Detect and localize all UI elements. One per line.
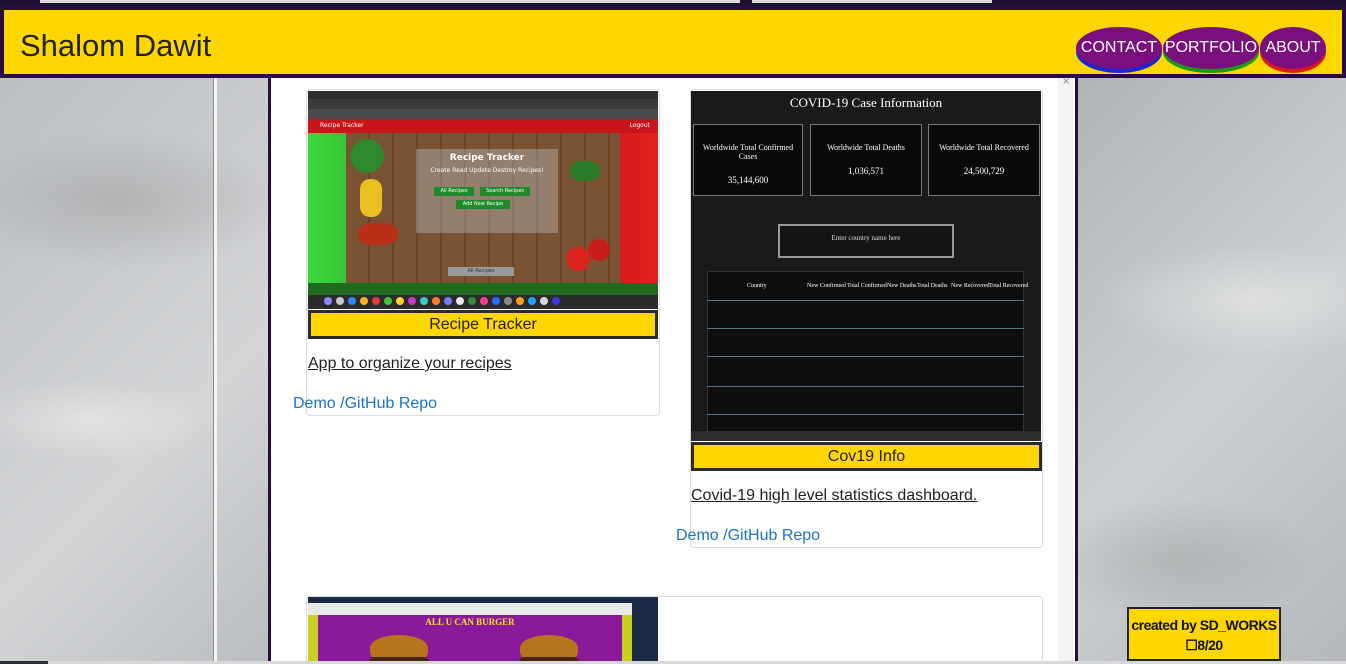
burger-heading: ALL U CAN BURGER: [425, 617, 515, 627]
covid-search-placeholder: Enter country name here: [831, 234, 901, 242]
covid-screenshot[interactable]: COVID-19 Case Information Worldwide Tota…: [691, 91, 1041, 441]
stat-label: Worldwide Total Confirmed Cases: [702, 143, 794, 161]
recipe-footer-all-button: All Recipes: [448, 267, 514, 276]
covid-stat-deaths: Worldwide Total Deaths 1,036,571: [810, 124, 922, 196]
table-row-divider: [707, 356, 1024, 357]
project-description-recipe[interactable]: App to organize your recipes: [308, 355, 512, 373]
credit-badge: created by SD_WORKS ☐8/20: [1127, 607, 1281, 661]
dock-icon: [432, 297, 440, 305]
stat-label: Worldwide Total Recovered: [939, 143, 1029, 152]
corn-image: [360, 179, 382, 217]
dock-icon: [444, 297, 452, 305]
tomato-image: [566, 247, 590, 271]
table-row-divider: [707, 328, 1024, 329]
covid-col-header: Total Deaths: [917, 283, 948, 289]
covid-col-header: New Confirmed: [807, 283, 846, 289]
brand-name[interactable]: Shalom Dawit: [20, 28, 211, 64]
stat-value: 1,036,571: [848, 166, 884, 176]
browser-tab[interactable]: [752, 0, 992, 3]
mac-menubar: [308, 91, 658, 99]
covid-col-header: Total Recovered: [989, 283, 1029, 289]
dock-icon: [372, 297, 380, 305]
nav-about-button[interactable]: ABOUT: [1260, 27, 1326, 69]
stat-value: 35,144,600: [727, 175, 769, 185]
nav-contact-button[interactable]: CONTACT: [1076, 27, 1162, 69]
burger-screenshot[interactable]: ALL U CAN BURGER: [308, 597, 658, 664]
dock-icon: [408, 297, 416, 305]
windows-sidebar: [632, 597, 658, 664]
covid-col-header: Total Confirmed: [847, 283, 887, 289]
left-divider: [213, 78, 217, 664]
dock-icon: [360, 297, 368, 305]
recipe-nav-brand: Recipe Tracker: [320, 122, 364, 129]
recipe-all-button: All Recipes: [434, 187, 474, 196]
dock-icon: [468, 297, 476, 305]
recipe-add-button: Add New Recipe: [456, 200, 510, 209]
table-row-divider: [707, 300, 1024, 301]
dock-icon: [480, 297, 488, 305]
project-link-recipe[interactable]: Demo /GitHub Repo: [293, 395, 437, 413]
dock-icon: [420, 297, 428, 305]
project-title-covid: Cov19 Info: [691, 442, 1042, 471]
vegetable-image: [350, 139, 384, 173]
dock-icon: [384, 297, 392, 305]
recipe-heading: Recipe Tracker: [449, 153, 525, 163]
copyright-icon: ☐: [1185, 637, 1198, 653]
credit-line2: ☐8/20: [1129, 637, 1279, 654]
panel-scrollbar[interactable]: [1058, 78, 1073, 664]
dock-icon: [504, 297, 512, 305]
tomato-image: [588, 239, 610, 261]
dock-icon: [396, 297, 404, 305]
recipe-subheading: Create Read Update Destroy Recipes!: [430, 167, 544, 174]
browser-tab[interactable]: [40, 0, 740, 3]
covid-bottom-bar: [691, 431, 1041, 441]
nav-portfolio-button[interactable]: PORTFOLIO: [1163, 27, 1259, 69]
credit-line1: created by SD_WORKS: [1131, 617, 1277, 633]
table-row-divider: [707, 414, 1024, 415]
dock-icon: [348, 297, 356, 305]
dock-icon: [492, 297, 500, 305]
project-description-covid[interactable]: Covid-19 high level statistics dashboard…: [691, 487, 977, 505]
dock-icon: [540, 297, 548, 305]
recipe-screenshot[interactable]: Recipe Tracker Logout Recipe Tracker Cre…: [308, 91, 658, 309]
stat-label: Worldwide Total Deaths: [827, 143, 905, 152]
dock-icon: [552, 297, 560, 305]
chrome-tabs: [308, 99, 658, 109]
chrome-address-bar: [308, 109, 658, 119]
covid-stat-confirmed: Worldwide Total Confirmed Cases 35,144,6…: [693, 124, 803, 196]
recipe-nav-logout: Logout: [629, 122, 650, 129]
dock-icon: [456, 297, 464, 305]
covid-stat-recovered: Worldwide Total Recovered 24,500,729: [928, 124, 1040, 196]
covid-col-header: Country: [747, 283, 767, 289]
dock-icon: [516, 297, 524, 305]
covid-heading: COVID-19 Case Information: [789, 95, 943, 110]
covid-col-header: New Deaths: [887, 283, 917, 289]
recipe-footer: [308, 283, 658, 295]
table-row-divider: [707, 386, 1024, 387]
dock-icon: [324, 297, 332, 305]
browser-address-bar: [308, 603, 658, 615]
credit-date: 8/20: [1197, 637, 1223, 653]
close-icon: ×: [1062, 76, 1071, 87]
recipe-search-button: Search Recipes: [480, 187, 530, 196]
recipe-navbar: Recipe Tracker Logout: [308, 119, 658, 133]
stat-value: 24,500,729: [963, 166, 1005, 176]
covid-col-header: New Recovered: [951, 283, 990, 289]
dock-icon: [336, 297, 344, 305]
site-header: Shalom Dawit CONTACT PORTFOLIO ABOUT: [0, 6, 1346, 78]
dock-icon: [528, 297, 536, 305]
project-title-recipe: Recipe Tracker: [308, 310, 658, 339]
crawfish-image: [358, 223, 398, 245]
project-link-covid[interactable]: Demo /GitHub Repo: [676, 527, 820, 545]
pepper-image: [570, 161, 600, 181]
